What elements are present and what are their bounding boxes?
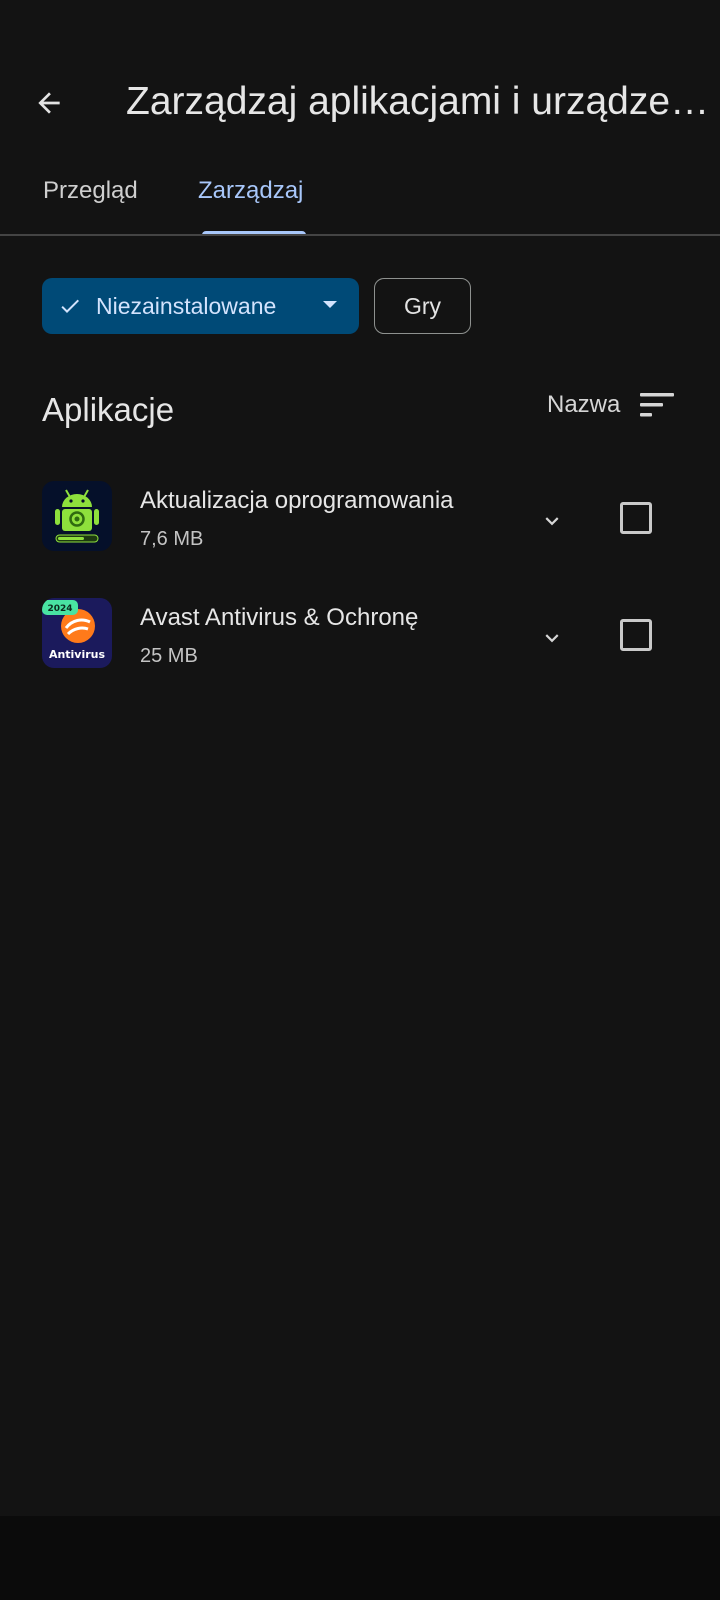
tab-bar: Przegląd Zarządzaj <box>0 160 720 236</box>
app-icon-badge: 2024 <box>47 604 72 614</box>
app-icon-avast-antivirus: 2024 Antivirus <box>42 598 112 668</box>
app-name: Avast Antivirus & Ochronę <box>140 604 419 631</box>
app-size: 25 MB <box>140 645 198 667</box>
sort-button[interactable]: Nazwa <box>540 382 680 428</box>
arrow-back-icon <box>38 92 60 114</box>
expand-button[interactable] <box>534 503 570 539</box>
section-title-apps: Aplikacje <box>42 391 175 428</box>
app-row[interactable]: 2024 Antivirus Avast Antivirus & Ochronę… <box>0 598 720 688</box>
app-row[interactable]: Aktualizacja oprogramowania 7,6 MB <box>0 481 720 571</box>
back-button[interactable] <box>24 78 74 128</box>
tab-overview[interactable]: Przegląd <box>43 174 138 208</box>
app-size: 7,6 MB <box>140 528 204 550</box>
page-title: Zarządzaj aplikacjami i urządzeni… <box>126 80 712 123</box>
app-name: Aktualizacja oprogramowania <box>140 487 454 514</box>
app-icon-software-update <box>42 481 112 551</box>
select-checkbox[interactable] <box>620 502 652 534</box>
sort-label: Nazwa <box>547 391 621 418</box>
sort-icon <box>640 393 674 417</box>
filter-chip-uninstalled[interactable]: Niezainstalowane <box>42 278 359 334</box>
tabs-divider <box>0 234 720 236</box>
app-icon-label: Antivirus <box>49 648 106 661</box>
android-robot-icon <box>42 481 112 551</box>
page: Zarządzaj aplikacjami i urządzeni… Przeg… <box>0 0 720 1600</box>
filter-chip-games[interactable]: Gry <box>374 278 471 334</box>
tab-manage[interactable]: Zarządzaj <box>198 174 303 208</box>
system-navigation-bar <box>0 1516 720 1600</box>
select-checkbox[interactable] <box>620 619 652 651</box>
check-icon <box>61 299 79 313</box>
filter-chip-uninstalled-label: Niezainstalowane <box>96 292 277 319</box>
caret-down-icon <box>323 301 337 308</box>
expand-button[interactable] <box>534 620 570 656</box>
chevron-down-icon <box>545 634 559 643</box>
chevron-down-icon <box>545 517 559 526</box>
